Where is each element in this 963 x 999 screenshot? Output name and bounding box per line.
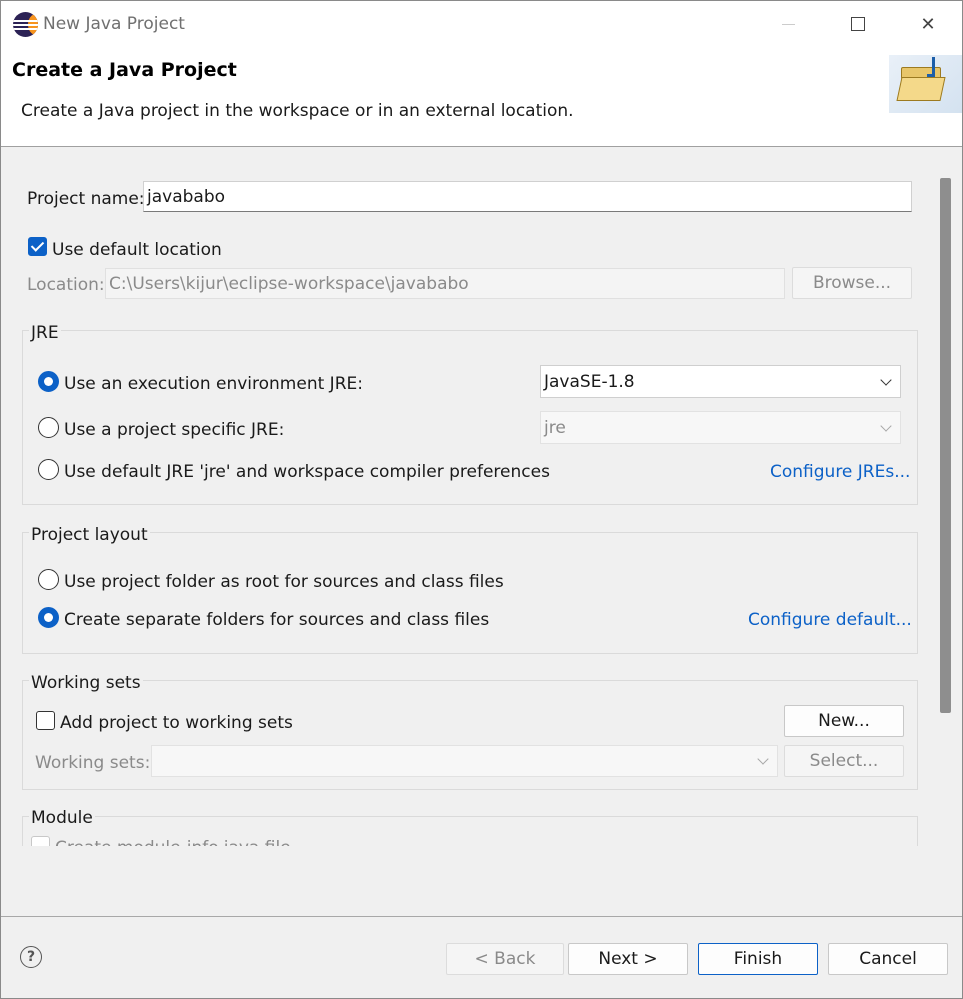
new-java-project-dialog: New Java Project ✕ Create a Java Project… (0, 0, 963, 999)
chevron-down-icon (757, 753, 769, 765)
project-specific-jre-select[interactable]: jre (540, 411, 901, 444)
wizard-banner: Create a Java Project Create a Java proj… (1, 47, 962, 147)
chevron-down-icon (880, 373, 892, 386)
window-title: New Java Project (43, 14, 185, 34)
close-button[interactable]: ✕ (893, 1, 962, 47)
create-module-info-label: Create module-info.java file (55, 838, 291, 846)
jre-project-specific-radio[interactable] (38, 417, 59, 438)
create-module-info-checkbox[interactable] (31, 836, 50, 846)
add-to-working-sets-label: Add project to working sets (60, 713, 293, 733)
select-working-sets-button-label: Select... (809, 751, 879, 771)
project-name-value: javababo (147, 186, 226, 207)
cancel-button[interactable]: Cancel (828, 943, 948, 975)
jre-execution-environment-radio[interactable] (38, 371, 59, 392)
wizard-footer: ? < Back Next > Finish Cancel (1, 916, 962, 998)
back-button[interactable]: < Back (446, 943, 564, 975)
title-bar: New Java Project ✕ (1, 1, 962, 47)
add-to-working-sets-checkbox[interactable] (36, 711, 55, 730)
layout-separate-radio[interactable] (38, 607, 59, 628)
page-title: Create a Java Project (12, 59, 237, 81)
page-description: Create a Java project in the workspace o… (21, 101, 574, 121)
jre-default-radio[interactable] (38, 459, 59, 480)
module-group-title: Module (29, 808, 95, 828)
use-default-location-label: Use default location (52, 240, 222, 260)
wizard-content: Project name: javababo Use default locat… (1, 148, 962, 916)
help-symbol: ? (26, 949, 36, 965)
jre-default-label: Use default JRE 'jre' and workspace comp… (64, 462, 550, 482)
finish-button-label: Finish (733, 949, 783, 969)
jre-project-specific-label: Use a project specific JRE: (64, 420, 285, 440)
cancel-button-label: Cancel (859, 949, 917, 969)
scrollbar-thumb[interactable] (940, 178, 951, 713)
next-button-label: Next > (598, 949, 658, 969)
close-icon: ✕ (920, 13, 936, 35)
use-default-location-checkbox[interactable] (28, 237, 47, 256)
back-button-label: < Back (474, 949, 536, 969)
working-sets-group-title: Working sets (29, 673, 143, 693)
working-sets-select[interactable] (151, 745, 778, 777)
help-icon[interactable]: ? (20, 946, 42, 968)
working-sets-label: Working sets: (35, 753, 151, 773)
layout-separate-label: Create separate folders for sources and … (64, 610, 490, 630)
new-working-set-button[interactable]: New... (784, 705, 904, 737)
location-value: C:\Users\kijur\eclipse-workspace\javabab… (109, 273, 469, 294)
location-label: Location: (27, 275, 105, 295)
eclipse-logo-icon (13, 12, 38, 37)
project-layout-group-title: Project layout (29, 525, 150, 545)
configure-jres-link[interactable]: Configure JREs... (770, 462, 910, 482)
layout-root-radio[interactable] (38, 569, 59, 590)
project-name-input[interactable]: javababo (143, 181, 912, 212)
project-specific-jre-value: jre (544, 417, 566, 438)
finish-button[interactable]: Finish (698, 943, 818, 975)
new-working-set-button-label: New... (818, 711, 870, 731)
browse-button-label: Browse... (812, 273, 892, 293)
jre-execution-environment-label: Use an execution environment JRE: (64, 374, 363, 394)
select-working-sets-button[interactable]: Select... (784, 745, 904, 777)
jre-group-title: JRE (29, 323, 61, 343)
next-button[interactable]: Next > (568, 943, 688, 975)
chevron-down-icon (880, 419, 892, 432)
configure-default-link[interactable]: Configure default... (748, 610, 912, 630)
project-name-label: Project name: (27, 189, 145, 209)
execution-environment-select[interactable]: JavaSE-1.8 (540, 365, 901, 398)
browse-button[interactable]: Browse... (792, 267, 912, 299)
module-clip: Module Create module-info.java file (1, 798, 931, 846)
maximize-button[interactable] (823, 1, 893, 47)
minimize-icon (781, 23, 795, 25)
project-layout-group (22, 532, 918, 654)
layout-root-label: Use project folder as root for sources a… (64, 572, 504, 592)
maximize-icon (851, 17, 865, 31)
location-input[interactable]: C:\Users\kijur\eclipse-workspace\javabab… (105, 268, 785, 299)
execution-environment-value: JavaSE-1.8 (544, 371, 635, 392)
minimize-button[interactable] (753, 1, 823, 47)
new-project-folder-icon (889, 55, 962, 113)
